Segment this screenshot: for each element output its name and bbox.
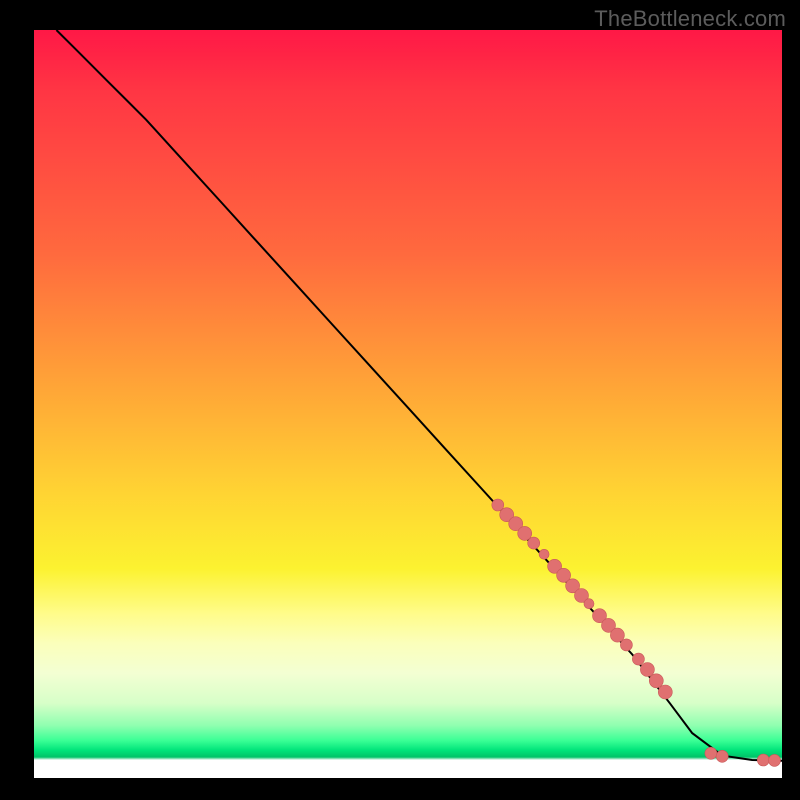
data-marker — [528, 537, 540, 549]
data-marker — [658, 685, 672, 699]
data-marker — [640, 663, 654, 677]
data-marker — [757, 754, 769, 766]
data-marker — [539, 549, 549, 559]
data-marker — [705, 747, 717, 759]
data-marker — [649, 674, 663, 688]
chart-frame: TheBottleneck.com — [0, 0, 800, 800]
markers-group — [492, 499, 781, 766]
plot-area — [34, 30, 782, 778]
data-marker — [584, 599, 594, 609]
data-marker — [716, 750, 728, 762]
data-marker — [518, 526, 532, 540]
chart-svg — [34, 30, 782, 778]
data-marker — [632, 653, 644, 665]
data-marker — [620, 639, 632, 651]
curve-line — [56, 30, 782, 761]
data-marker — [610, 628, 624, 642]
data-marker — [769, 754, 781, 766]
watermark-label: TheBottleneck.com — [594, 6, 786, 32]
